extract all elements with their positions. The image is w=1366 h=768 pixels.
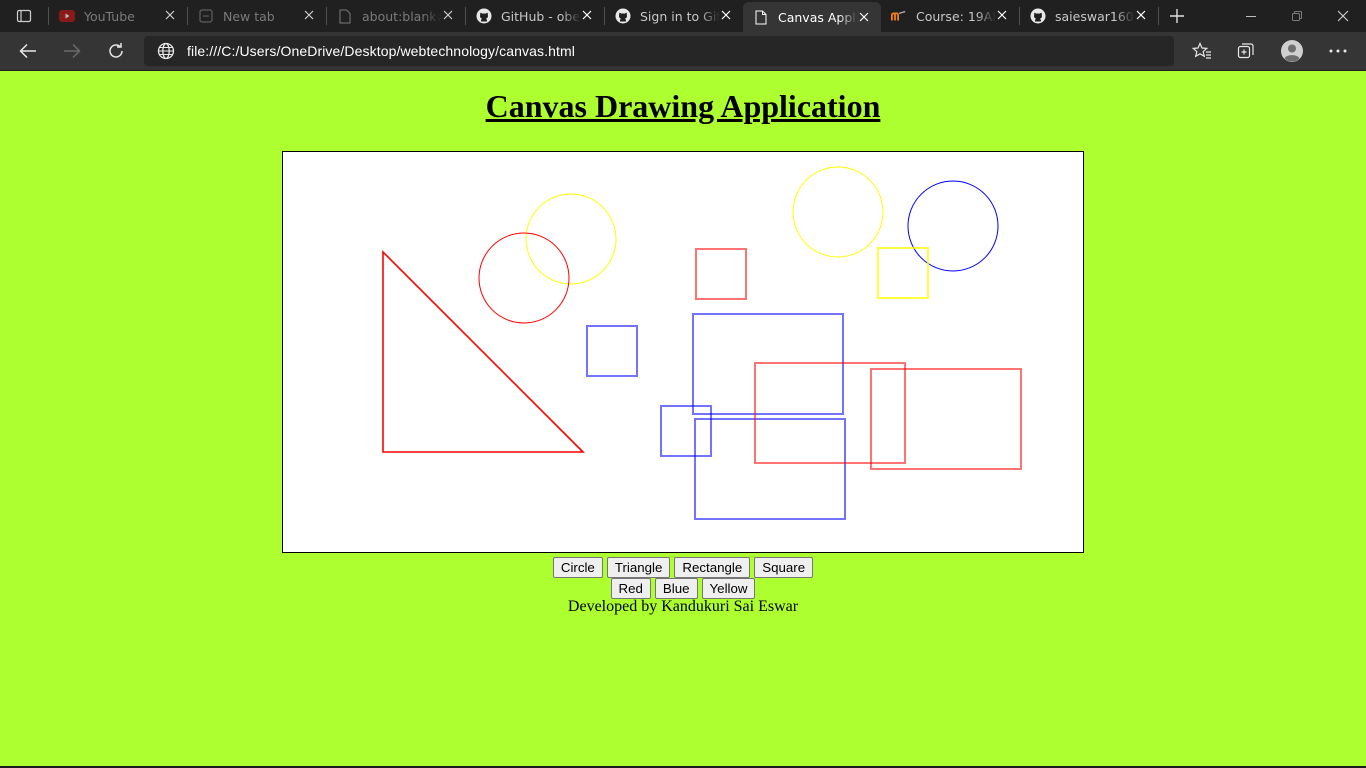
favorites-star-icon [1192, 42, 1211, 59]
tab-new-tab[interactable]: New tab [188, 0, 326, 32]
close-icon [1337, 10, 1349, 22]
close-tab-icon[interactable] [995, 8, 1009, 22]
blue-button[interactable]: Blue [654, 578, 698, 599]
tab-github[interactable]: GitHub - obe [466, 0, 604, 32]
tab-title: Sign in to Git [640, 8, 720, 24]
tab-title: YouTube [84, 8, 135, 24]
close-tab-icon[interactable] [580, 8, 594, 22]
collections-icon [1237, 43, 1254, 59]
color-button-row: Red Blue Yellow [0, 578, 1366, 599]
refresh-icon [109, 43, 123, 58]
tab-title: New tab [223, 8, 275, 24]
page-icon [337, 8, 353, 24]
minimize-icon [1246, 16, 1256, 17]
address-url[interactable]: file:///C:/Users/OneDrive/Desktop/webtec… [187, 43, 575, 59]
shape-rectangle [870, 368, 1022, 470]
tab-title: Course: 19AI4 [916, 8, 996, 24]
close-tab-icon[interactable] [163, 8, 177, 22]
address-bar[interactable]: file:///C:/Users/OneDrive/Desktop/webtec… [144, 36, 1174, 66]
shape-rectangle [694, 418, 846, 520]
page-title: Canvas Drawing Application [485, 88, 881, 124]
shape-square [695, 248, 747, 300]
yellow-button[interactable]: Yellow [701, 578, 756, 599]
close-tab-icon[interactable] [719, 8, 733, 22]
red-button[interactable]: Red [610, 578, 651, 599]
tab-about-blank[interactable]: about:blank# [327, 0, 465, 32]
github-icon [1030, 8, 1046, 24]
back-arrow-icon [19, 43, 36, 59]
settings-menu-button[interactable] [1323, 36, 1353, 66]
tab-actions-icon [16, 9, 32, 23]
moodle-icon [891, 8, 907, 24]
rectangle-button[interactable]: Rectangle [674, 557, 751, 578]
new-tab-icon [198, 8, 214, 24]
profile-button[interactable] [1277, 36, 1307, 66]
tab-strip: YouTube New tab about:blank# GitHub - ob… [0, 0, 1366, 32]
tab-actions-button[interactable] [0, 0, 48, 32]
restore-button[interactable] [1274, 0, 1320, 32]
shape-circle [792, 166, 884, 258]
triangle-button[interactable]: Triangle [606, 557, 671, 578]
tab-title: saieswar1607 [1055, 8, 1135, 24]
tab-youtube[interactable]: YouTube [49, 0, 187, 32]
tab-title: Canvas Applic [778, 9, 858, 25]
favorites-button[interactable] [1187, 36, 1217, 66]
footer-credit: Developed by Kandukuri Sai Eswar [567, 598, 799, 615]
shape-circle [478, 232, 570, 324]
forward-arrow-icon [64, 43, 81, 59]
forward-button[interactable] [57, 36, 87, 66]
restore-icon [1292, 11, 1302, 21]
globe-icon [157, 42, 175, 60]
plus-icon [1170, 9, 1184, 23]
github-icon [615, 8, 631, 24]
drawing-canvas[interactable] [282, 151, 1084, 553]
shape-square [877, 247, 929, 299]
avatar-icon [1281, 40, 1303, 62]
minimize-button[interactable] [1228, 0, 1274, 32]
shape-circle [907, 180, 999, 272]
close-tab-icon[interactable] [441, 8, 455, 22]
shape-triangle [382, 250, 585, 453]
github-icon [476, 8, 492, 24]
shape-button-row: Circle Triangle Rectangle Square [0, 557, 1366, 578]
shape-circle [525, 193, 617, 285]
tab-course[interactable]: Course: 19AI4 [881, 0, 1019, 32]
refresh-button[interactable] [101, 36, 131, 66]
page-icon [753, 9, 769, 25]
tab-title: GitHub - obe [501, 8, 581, 24]
tab-title: about:blank# [362, 8, 442, 24]
tab-saieswar[interactable]: saieswar1607 [1020, 0, 1158, 32]
more-icon [1329, 49, 1347, 53]
close-tab-icon[interactable] [302, 8, 316, 22]
tab-github-signin[interactable]: Sign in to Git [605, 0, 743, 32]
square-button[interactable]: Square [754, 557, 814, 578]
collections-button[interactable] [1231, 36, 1261, 66]
close-tab-icon[interactable] [1134, 8, 1148, 22]
back-button[interactable] [13, 36, 43, 66]
close-tab-icon[interactable] [857, 10, 871, 24]
new-tab-button[interactable] [1159, 0, 1195, 32]
browser-toolbar: file:///C:/Users/OneDrive/Desktop/webtec… [0, 32, 1366, 71]
tab-canvas-app[interactable]: Canvas Applic [743, 2, 881, 32]
shape-square [586, 325, 638, 377]
canvas-drawing-surface[interactable] [283, 152, 1083, 552]
circle-button[interactable]: Circle [552, 557, 603, 578]
close-window-button[interactable] [1320, 0, 1366, 32]
youtube-icon [59, 8, 75, 24]
